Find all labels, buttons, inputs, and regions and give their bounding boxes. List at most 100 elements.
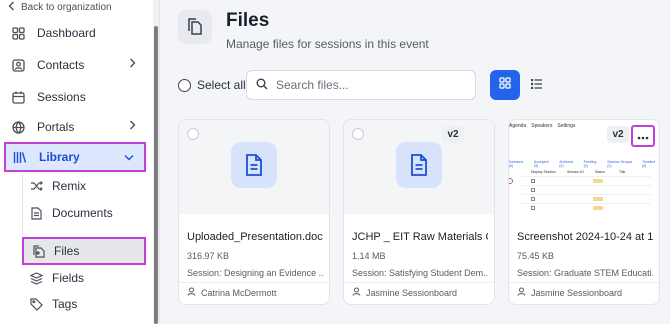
globe-icon (10, 119, 26, 135)
sidebar-subitem-label: Documents (52, 206, 113, 220)
preview-row-line (521, 176, 651, 177)
sidebar-item-label: Library (39, 150, 80, 164)
sidebar-item-contacts[interactable]: Contacts (4, 52, 146, 78)
select-all-radio[interactable] (178, 78, 191, 92)
file-thumbnail (179, 120, 329, 214)
grid-view-button[interactable] (490, 70, 520, 100)
select-all-label: Select all (197, 78, 246, 92)
grid-icon (499, 76, 511, 94)
sidebar-subitem-fields[interactable]: Fields (22, 265, 146, 291)
sidebar-scrollbar-thumb[interactable] (154, 26, 158, 324)
preview-nav: Agenda Speakers Settings (509, 123, 576, 129)
file-owner-name: Catrina McDermott (201, 287, 277, 298)
preview-checkbox (531, 206, 535, 210)
file-name: Uploaded_Presentation.docx (187, 231, 323, 243)
more-options-button[interactable] (631, 125, 655, 147)
library-icon (12, 149, 28, 165)
preview-checkbox (531, 188, 535, 192)
file-card[interactable]: Agenda Speakers Settings Sessions (9) Accep… (508, 119, 660, 305)
file-thumbnail (344, 120, 494, 214)
ellipsis-icon (637, 129, 649, 143)
search-icon (256, 78, 268, 93)
user-icon (187, 287, 196, 298)
card-divider (344, 282, 494, 283)
file-owner: Catrina McDermott (187, 287, 277, 298)
back-to-organization-link[interactable]: Back to organization (8, 1, 112, 14)
preview-columns: Display Session (531, 170, 556, 174)
sidebar-item-dashboard[interactable]: Dashboard (4, 20, 146, 46)
file-size: 75.45 KB (517, 251, 555, 261)
document-icon (396, 142, 442, 188)
back-link-label: Back to organization (21, 2, 112, 13)
version-badge: v2 (607, 126, 629, 143)
sidebar-subitem-label: Files (54, 244, 80, 258)
file-card[interactable]: Uploaded_Presentation.docx 316.97 KB Ses… (178, 119, 330, 305)
card-divider (509, 282, 659, 283)
file-size: 1.14 MB (352, 251, 386, 261)
file-session: Session: Designing an Evidence ... (187, 268, 323, 278)
file-session: Session: Graduate STEM Educati... (517, 268, 653, 278)
preview-status-tag (593, 206, 603, 210)
search-input[interactable]: Search files... (246, 70, 476, 100)
preview-cursor-mark (509, 178, 513, 184)
sidebar-item-label: Portals (37, 120, 75, 134)
sidebar-item-label: Sessions (37, 90, 86, 104)
preview-column-label: Session ID (567, 170, 584, 174)
sidebar-subitem-tags[interactable]: Tags (22, 291, 146, 317)
user-icon (517, 287, 526, 298)
calendar-icon (10, 89, 26, 105)
file-select-checkbox[interactable] (187, 128, 199, 140)
tag-icon (28, 296, 44, 312)
chevron-right-icon (129, 120, 136, 133)
file-size: 316.97 KB (187, 251, 230, 261)
select-all-control[interactable]: Select all (178, 78, 246, 92)
file-owner-name: Jasmine Sessionboard (531, 287, 623, 298)
file-owner: Jasmine Sessionboard (517, 287, 622, 298)
user-icon (352, 287, 361, 298)
sidebar-subitem-label: Fields (52, 271, 85, 285)
sidebar-subitem-remix[interactable]: Remix (22, 173, 146, 199)
sidebar-subitem-files[interactable]: Files (22, 237, 146, 265)
files-header-icon (178, 10, 212, 44)
sidebar-item-library[interactable]: Library (4, 142, 146, 172)
preview-status-tag (593, 197, 603, 201)
card-divider (179, 282, 329, 283)
app-root: Back to organization Dashboard Contacts … (0, 0, 670, 324)
preview-tabs: Sessions (9) Accepted (9) Archived (0) Pend… (509, 160, 656, 168)
preview-checkbox (531, 197, 535, 201)
sidebar-item-sessions[interactable]: Sessions (4, 84, 146, 110)
file-name: Screenshot 2024-10-24 at 1... (517, 231, 653, 243)
chevron-down-icon (124, 152, 134, 164)
preview-column-label: Status (595, 170, 605, 174)
chevron-left-icon (8, 1, 15, 14)
document-icon (28, 205, 44, 221)
file-card[interactable]: v2 JCHP _ EIT Raw Materials Q... 1.14 MB… (343, 119, 495, 305)
sidebar-item-label: Dashboard (37, 26, 96, 40)
file-session: Session: Satisfying Student Dem... (352, 268, 488, 278)
shuffle-icon (28, 178, 44, 194)
dashboard-icon (10, 25, 26, 41)
sidebar-subitem-documents[interactable]: Documents (22, 200, 146, 226)
document-icon (231, 142, 277, 188)
sidebar-subitem-label: Tags (52, 297, 78, 311)
sidebar-item-portals[interactable]: Portals (4, 114, 146, 140)
list-view-button[interactable] (522, 70, 552, 100)
page-title: Files (226, 10, 270, 31)
preview-checkbox (531, 179, 535, 183)
preview-row-line (521, 185, 651, 186)
preview-status-tag (593, 179, 603, 183)
preview-row-line (521, 203, 651, 204)
sidebar-item-label: Contacts (37, 58, 85, 72)
page-subtitle: Manage files for sessions in this event (226, 37, 429, 51)
chevron-right-icon (129, 58, 136, 71)
search-placeholder: Search files... (276, 78, 349, 92)
sidebar-subitem-label: Remix (52, 179, 87, 193)
version-badge: v2 (442, 126, 464, 143)
list-icon (530, 76, 543, 94)
file-owner: Jasmine Sessionboard (352, 287, 457, 298)
stack-icon (28, 270, 44, 286)
preview-row-line (521, 194, 651, 195)
file-name: JCHP _ EIT Raw Materials Q... (352, 231, 488, 243)
file-owner-name: Jasmine Sessionboard (366, 287, 458, 298)
file-select-checkbox[interactable] (352, 128, 364, 140)
